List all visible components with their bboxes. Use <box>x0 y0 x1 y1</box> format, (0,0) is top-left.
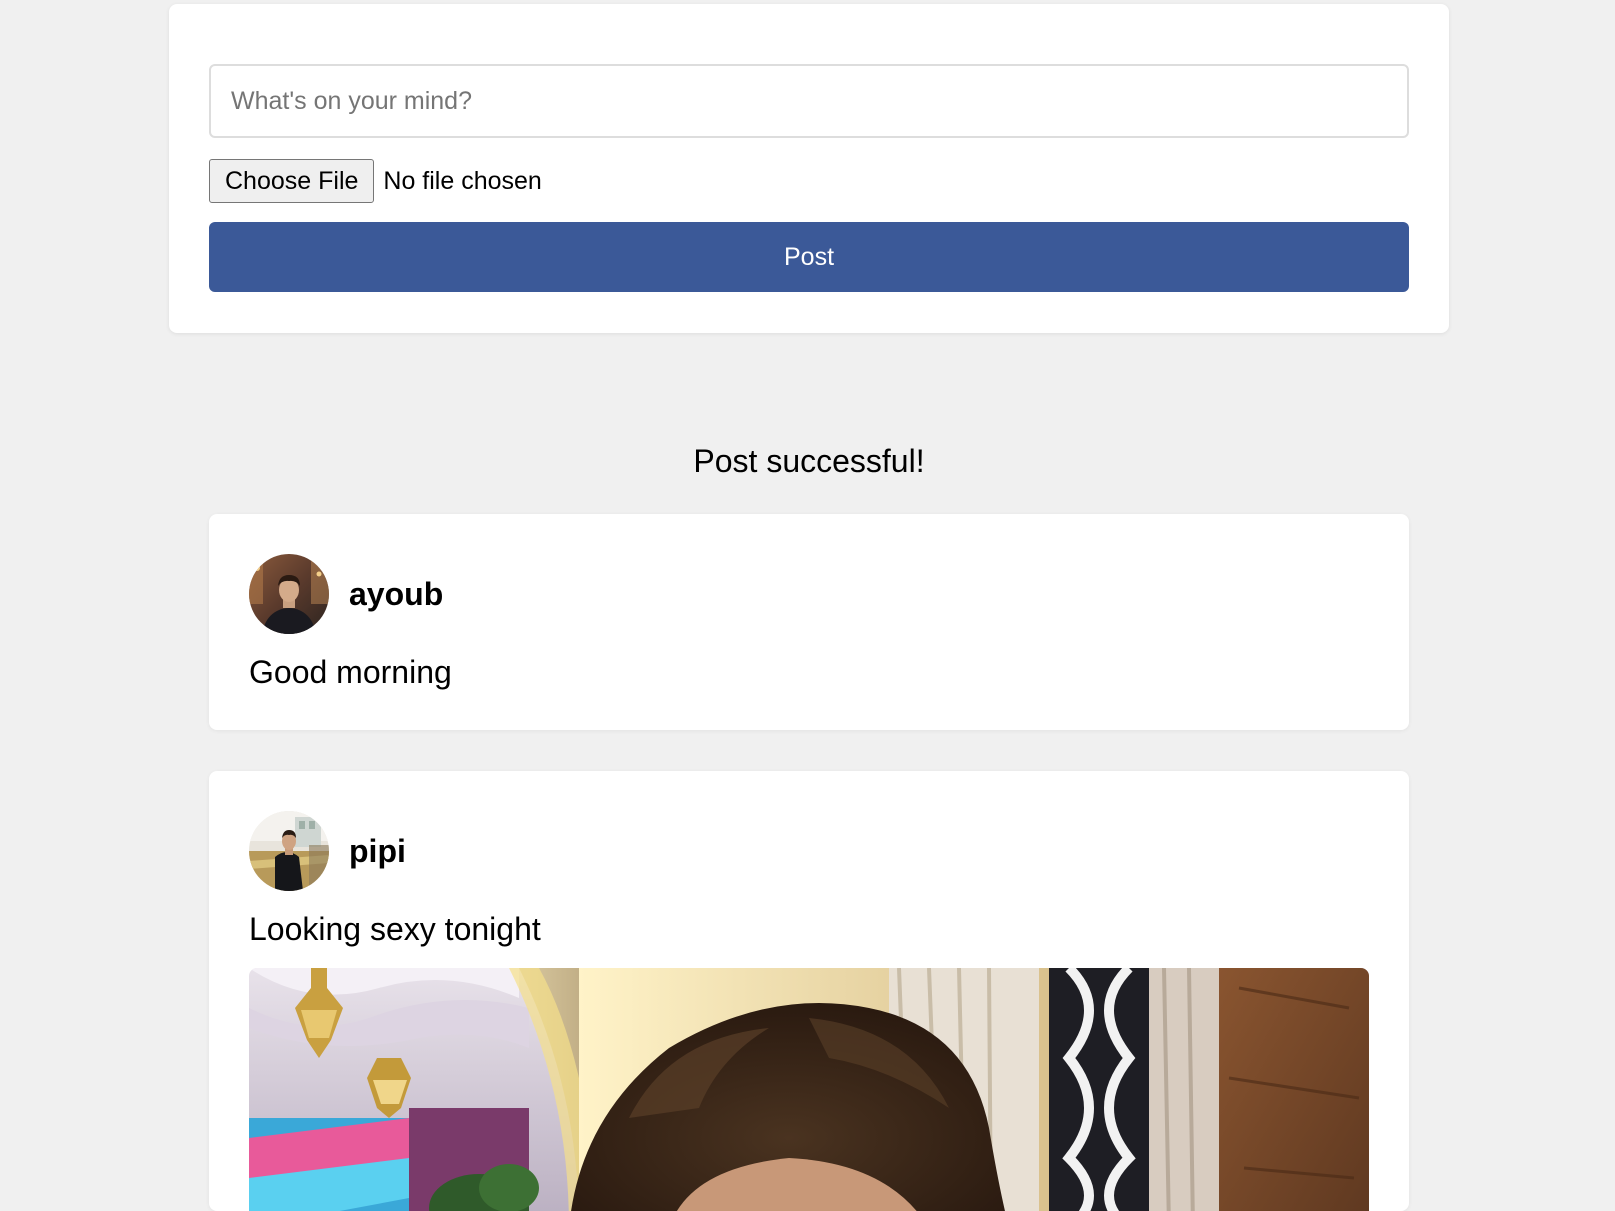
post-text: Looking sexy tonight <box>249 911 541 947</box>
file-status-text: No file chosen <box>383 166 542 195</box>
avatar[interactable] <box>249 554 329 634</box>
post-composer: Choose File No file chosen Post <box>169 4 1449 333</box>
file-picker: Choose File No file chosen <box>209 159 542 203</box>
post-card: pipi Looking sexy tonight <box>209 771 1409 1211</box>
post-username[interactable]: ayoub <box>349 576 443 613</box>
post-text: Good morning <box>249 654 452 690</box>
avatar[interactable] <box>249 811 329 891</box>
choose-file-button[interactable]: Choose File <box>209 159 375 203</box>
post-card: ayoub Good morning <box>209 514 1409 730</box>
post-text-input[interactable] <box>209 64 1409 138</box>
post-username[interactable]: pipi <box>349 833 406 870</box>
post-header: ayoub <box>249 554 443 634</box>
post-header: pipi <box>249 811 406 891</box>
post-button[interactable]: Post <box>209 222 1409 292</box>
status-message: Post successful! <box>693 443 925 479</box>
post-image[interactable] <box>249 968 1369 1211</box>
